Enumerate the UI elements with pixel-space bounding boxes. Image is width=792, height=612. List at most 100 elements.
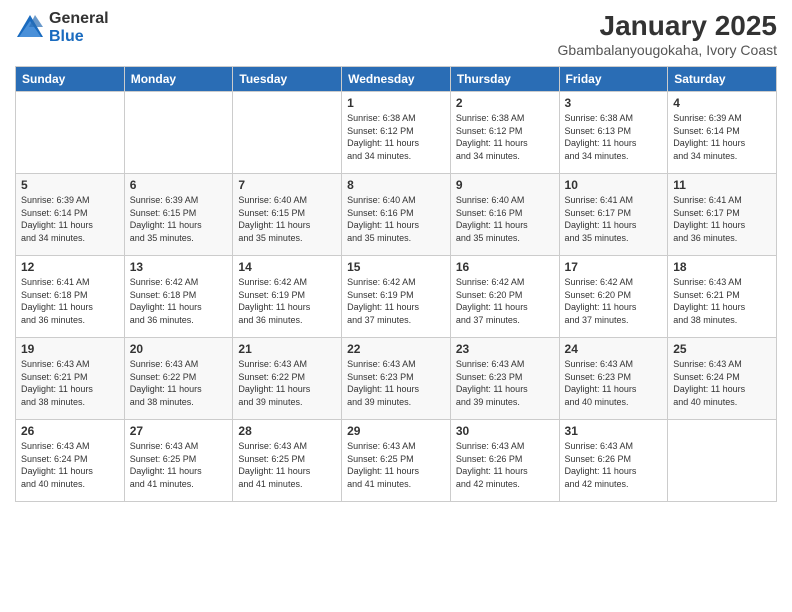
day-info: Sunrise: 6:39 AM Sunset: 6:14 PM Dayligh… bbox=[21, 194, 119, 244]
day-number: 23 bbox=[456, 342, 554, 356]
calendar-week-1: 5 Sunrise: 6:39 AM Sunset: 6:14 PM Daylig… bbox=[16, 174, 777, 256]
calendar-cell: 5 Sunrise: 6:39 AM Sunset: 6:14 PM Daylig… bbox=[16, 174, 125, 256]
calendar-cell: 26 Sunrise: 6:43 AM Sunset: 6:24 PM Dayli… bbox=[16, 420, 125, 502]
day-number: 9 bbox=[456, 178, 554, 192]
day-number: 4 bbox=[673, 96, 771, 110]
day-info: Sunrise: 6:43 AM Sunset: 6:21 PM Dayligh… bbox=[21, 358, 119, 408]
day-header-tuesday: Tuesday bbox=[233, 67, 342, 92]
day-info: Sunrise: 6:38 AM Sunset: 6:12 PM Dayligh… bbox=[456, 112, 554, 162]
day-number: 18 bbox=[673, 260, 771, 274]
calendar-cell: 15 Sunrise: 6:42 AM Sunset: 6:19 PM Dayli… bbox=[342, 256, 451, 338]
day-number: 12 bbox=[21, 260, 119, 274]
day-number: 26 bbox=[21, 424, 119, 438]
calendar-cell: 25Sunrise: 6:43 AM Sunset: 6:24 PM Dayli… bbox=[668, 338, 777, 420]
day-header-thursday: Thursday bbox=[450, 67, 559, 92]
page: General Blue January 2025 Gbambalanyougo… bbox=[0, 0, 792, 612]
day-info: Sunrise: 6:43 AM Sunset: 6:25 PM Dayligh… bbox=[238, 440, 336, 490]
logo-blue: Blue bbox=[49, 28, 84, 45]
day-number: 19 bbox=[21, 342, 119, 356]
day-info: Sunrise: 6:43 AM Sunset: 6:25 PM Dayligh… bbox=[347, 440, 445, 490]
calendar-cell: 16 Sunrise: 6:42 AM Sunset: 6:20 PM Dayli… bbox=[450, 256, 559, 338]
calendar-cell: 27Sunrise: 6:43 AM Sunset: 6:25 PM Dayli… bbox=[124, 420, 233, 502]
calendar: SundayMondayTuesdayWednesdayThursdayFrid… bbox=[15, 66, 777, 502]
day-header-monday: Monday bbox=[124, 67, 233, 92]
day-info: Sunrise: 6:40 AM Sunset: 6:16 PM Dayligh… bbox=[347, 194, 445, 244]
calendar-cell: 28 Sunrise: 6:43 AM Sunset: 6:25 PM Dayli… bbox=[233, 420, 342, 502]
day-number: 5 bbox=[21, 178, 119, 192]
day-info: Sunrise: 6:42 AM Sunset: 6:19 PM Dayligh… bbox=[238, 276, 336, 326]
day-number: 8 bbox=[347, 178, 445, 192]
day-info: Sunrise: 6:43 AM Sunset: 6:21 PM Dayligh… bbox=[673, 276, 771, 326]
day-number: 1 bbox=[347, 96, 445, 110]
day-info: Sunrise: 6:40 AM Sunset: 6:15 PM Dayligh… bbox=[238, 194, 336, 244]
calendar-cell: 24 Sunrise: 6:43 AM Sunset: 6:23 PM Dayli… bbox=[559, 338, 668, 420]
calendar-cell: 30 Sunrise: 6:43 AM Sunset: 6:26 PM Dayli… bbox=[450, 420, 559, 502]
day-info: Sunrise: 6:42 AM Sunset: 6:20 PM Dayligh… bbox=[456, 276, 554, 326]
calendar-cell: 11Sunrise: 6:41 AM Sunset: 6:17 PM Dayli… bbox=[668, 174, 777, 256]
day-info: Sunrise: 6:43 AM Sunset: 6:24 PM Dayligh… bbox=[21, 440, 119, 490]
day-number: 27 bbox=[130, 424, 228, 438]
day-info: Sunrise: 6:42 AM Sunset: 6:20 PM Dayligh… bbox=[565, 276, 663, 326]
day-header-friday: Friday bbox=[559, 67, 668, 92]
day-info: Sunrise: 6:41 AM Sunset: 6:18 PM Dayligh… bbox=[21, 276, 119, 326]
calendar-week-2: 12 Sunrise: 6:41 AM Sunset: 6:18 PM Dayli… bbox=[16, 256, 777, 338]
calendar-cell: 13 Sunrise: 6:42 AM Sunset: 6:18 PM Dayli… bbox=[124, 256, 233, 338]
title-block: January 2025 Gbambalanyougokaha, Ivory C… bbox=[558, 10, 777, 58]
calendar-cell: 18 Sunrise: 6:43 AM Sunset: 6:21 PM Dayli… bbox=[668, 256, 777, 338]
calendar-cell bbox=[668, 420, 777, 502]
header: General Blue January 2025 Gbambalanyougo… bbox=[15, 10, 777, 58]
calendar-cell: 6 Sunrise: 6:39 AM Sunset: 6:15 PM Daylig… bbox=[124, 174, 233, 256]
day-info: Sunrise: 6:38 AM Sunset: 6:12 PM Dayligh… bbox=[347, 112, 445, 162]
calendar-cell: 9Sunrise: 6:40 AM Sunset: 6:16 PM Daylig… bbox=[450, 174, 559, 256]
day-number: 17 bbox=[565, 260, 663, 274]
day-number: 3 bbox=[565, 96, 663, 110]
logo-icon bbox=[15, 13, 45, 43]
day-number: 6 bbox=[130, 178, 228, 192]
day-info: Sunrise: 6:39 AM Sunset: 6:15 PM Dayligh… bbox=[130, 194, 228, 244]
calendar-cell: 19 Sunrise: 6:43 AM Sunset: 6:21 PM Dayli… bbox=[16, 338, 125, 420]
day-number: 24 bbox=[565, 342, 663, 356]
day-number: 7 bbox=[238, 178, 336, 192]
calendar-cell: 10Sunrise: 6:41 AM Sunset: 6:17 PM Dayli… bbox=[559, 174, 668, 256]
day-number: 11 bbox=[673, 178, 771, 192]
day-header-sunday: Sunday bbox=[16, 67, 125, 92]
day-info: Sunrise: 6:42 AM Sunset: 6:18 PM Dayligh… bbox=[130, 276, 228, 326]
calendar-cell: 14Sunrise: 6:42 AM Sunset: 6:19 PM Dayli… bbox=[233, 256, 342, 338]
day-number: 20 bbox=[130, 342, 228, 356]
calendar-cell: 20Sunrise: 6:43 AM Sunset: 6:22 PM Dayli… bbox=[124, 338, 233, 420]
calendar-cell: 23Sunrise: 6:43 AM Sunset: 6:23 PM Dayli… bbox=[450, 338, 559, 420]
logo-text: General Blue bbox=[49, 10, 109, 45]
day-number: 13 bbox=[130, 260, 228, 274]
day-info: Sunrise: 6:43 AM Sunset: 6:26 PM Dayligh… bbox=[456, 440, 554, 490]
day-number: 15 bbox=[347, 260, 445, 274]
day-number: 25 bbox=[673, 342, 771, 356]
calendar-cell: 29 Sunrise: 6:43 AM Sunset: 6:25 PM Dayli… bbox=[342, 420, 451, 502]
calendar-cell: 8 Sunrise: 6:40 AM Sunset: 6:16 PM Daylig… bbox=[342, 174, 451, 256]
day-info: Sunrise: 6:38 AM Sunset: 6:13 PM Dayligh… bbox=[565, 112, 663, 162]
calendar-cell: 21 Sunrise: 6:43 AM Sunset: 6:22 PM Dayli… bbox=[233, 338, 342, 420]
day-info: Sunrise: 6:42 AM Sunset: 6:19 PM Dayligh… bbox=[347, 276, 445, 326]
day-number: 31 bbox=[565, 424, 663, 438]
calendar-cell: 7 Sunrise: 6:40 AM Sunset: 6:15 PM Daylig… bbox=[233, 174, 342, 256]
calendar-cell: 22Sunrise: 6:43 AM Sunset: 6:23 PM Dayli… bbox=[342, 338, 451, 420]
calendar-week-0: 1 Sunrise: 6:38 AM Sunset: 6:12 PM Daylig… bbox=[16, 92, 777, 174]
calendar-header-row: SundayMondayTuesdayWednesdayThursdayFrid… bbox=[16, 67, 777, 92]
day-number: 16 bbox=[456, 260, 554, 274]
day-info: Sunrise: 6:43 AM Sunset: 6:22 PM Dayligh… bbox=[238, 358, 336, 408]
calendar-cell bbox=[233, 92, 342, 174]
day-number: 29 bbox=[347, 424, 445, 438]
day-number: 28 bbox=[238, 424, 336, 438]
day-number: 30 bbox=[456, 424, 554, 438]
day-info: Sunrise: 6:43 AM Sunset: 6:23 PM Dayligh… bbox=[565, 358, 663, 408]
day-number: 2 bbox=[456, 96, 554, 110]
day-number: 10 bbox=[565, 178, 663, 192]
day-info: Sunrise: 6:43 AM Sunset: 6:26 PM Dayligh… bbox=[565, 440, 663, 490]
month-title: January 2025 bbox=[558, 10, 777, 42]
calendar-week-4: 26 Sunrise: 6:43 AM Sunset: 6:24 PM Dayli… bbox=[16, 420, 777, 502]
calendar-week-3: 19 Sunrise: 6:43 AM Sunset: 6:21 PM Dayli… bbox=[16, 338, 777, 420]
day-number: 21 bbox=[238, 342, 336, 356]
calendar-cell: 1 Sunrise: 6:38 AM Sunset: 6:12 PM Daylig… bbox=[342, 92, 451, 174]
calendar-cell: 3 Sunrise: 6:38 AM Sunset: 6:13 PM Daylig… bbox=[559, 92, 668, 174]
logo-general: General bbox=[49, 10, 109, 27]
day-info: Sunrise: 6:39 AM Sunset: 6:14 PM Dayligh… bbox=[673, 112, 771, 162]
